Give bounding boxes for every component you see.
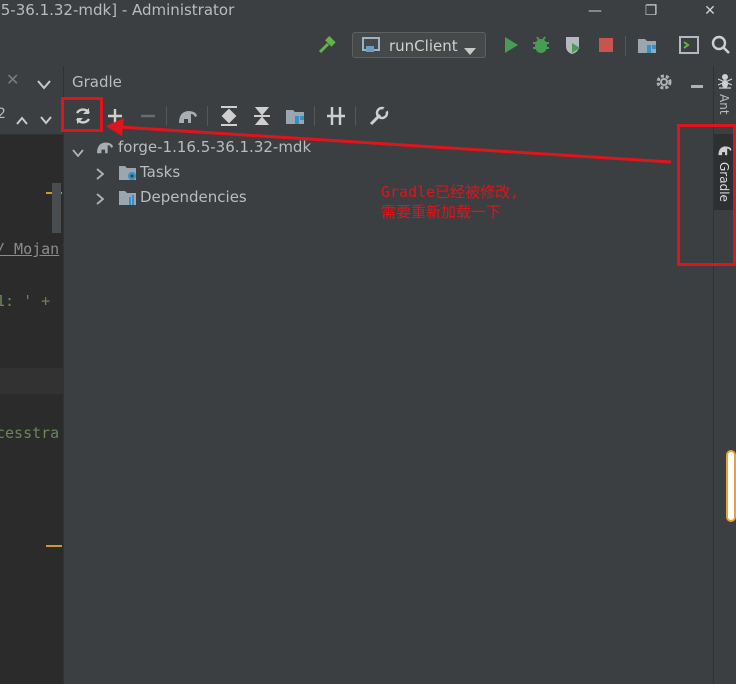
annotation-line: 需要重新加载一下 [381,203,502,221]
annotation-line: Gradle已经被修改, [381,183,520,201]
annotation-note: Gradle已经被修改, 需要重新加载一下 [381,182,519,222]
annotation-arrow [106,118,672,164]
